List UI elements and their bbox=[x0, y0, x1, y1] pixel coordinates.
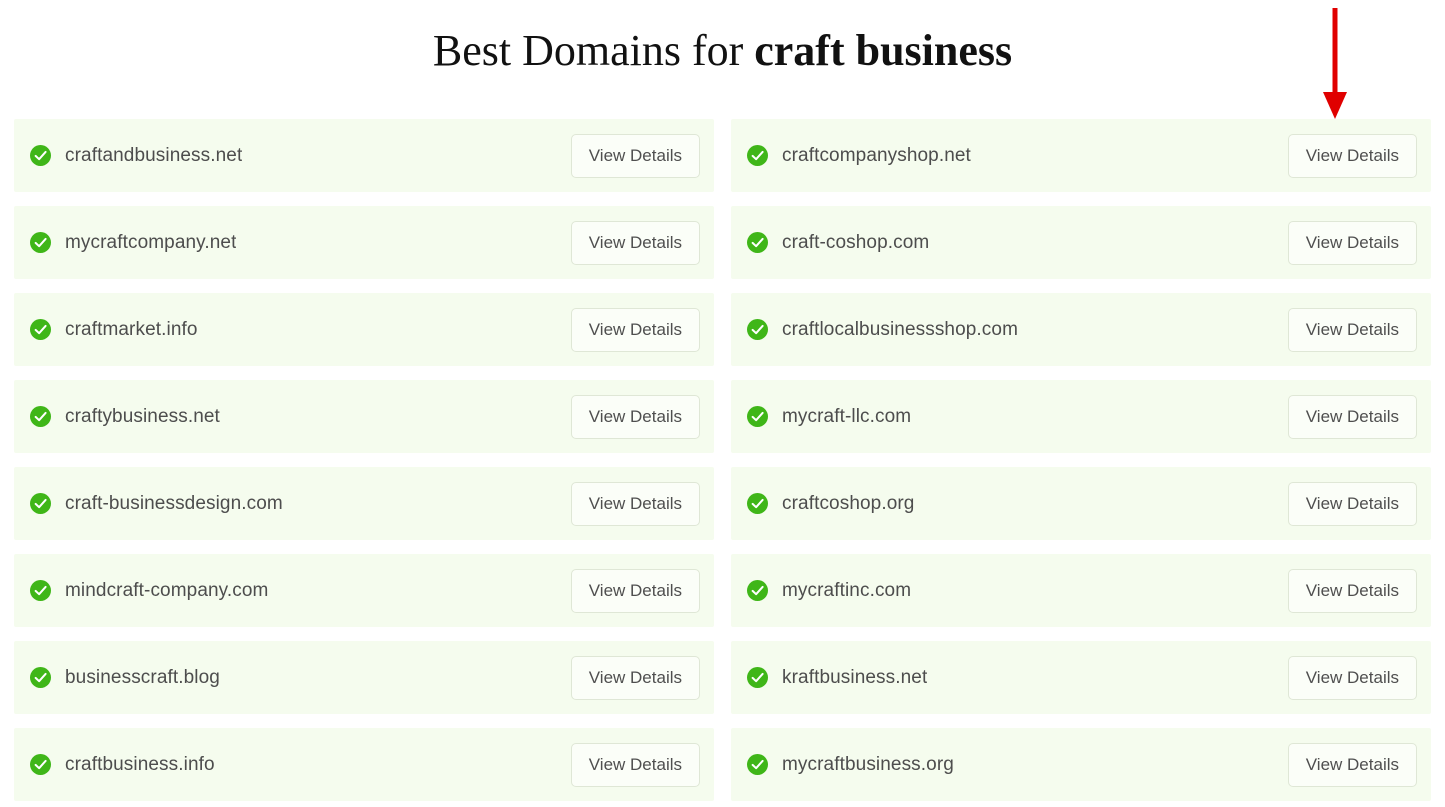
domain-result-row[interactable]: mycraftinc.com View Details bbox=[731, 554, 1431, 627]
view-details-button[interactable]: View Details bbox=[1287, 307, 1417, 352]
domain-name: craftandbusiness.net bbox=[65, 144, 243, 166]
check-circle-icon bbox=[747, 232, 768, 253]
view-details-button[interactable]: View Details bbox=[570, 220, 700, 265]
domain-row-left: kraftbusiness.net bbox=[747, 666, 1288, 690]
domain-name: mindcraft-company.com bbox=[65, 579, 269, 601]
domain-row-left: mindcraft-company.com bbox=[30, 579, 571, 603]
view-details-button[interactable]: View Details bbox=[570, 568, 700, 613]
domain-name: craftybusiness.net bbox=[65, 405, 220, 427]
domain-result-row[interactable]: mycraftcompany.net View Details bbox=[14, 206, 714, 279]
check-circle-icon bbox=[30, 754, 51, 775]
check-circle-icon bbox=[30, 493, 51, 514]
domain-row-left: craftybusiness.net bbox=[30, 405, 571, 429]
domain-row-left: craftmarket.info bbox=[30, 318, 571, 342]
domain-name: mycraftinc.com bbox=[782, 579, 912, 601]
domain-name: craftcompanyshop.net bbox=[782, 144, 971, 166]
domain-name: craftcoshop.org bbox=[782, 492, 915, 514]
view-details-button[interactable]: View Details bbox=[1287, 655, 1417, 700]
domain-name: craftbusiness.info bbox=[65, 753, 215, 775]
check-circle-icon bbox=[747, 145, 768, 166]
domain-result-row[interactable]: mindcraft-company.com View Details bbox=[14, 554, 714, 627]
check-circle-icon bbox=[30, 580, 51, 601]
domain-name: craftmarket.info bbox=[65, 318, 198, 340]
domain-row-left: craftbusiness.info bbox=[30, 753, 571, 777]
domain-result-row[interactable]: mycraft-llc.com View Details bbox=[731, 380, 1431, 453]
domain-row-left: mycraftcompany.net bbox=[30, 231, 571, 255]
check-circle-icon bbox=[747, 493, 768, 514]
domain-results-page: Best Domains for craft business craftand… bbox=[0, 0, 1445, 807]
check-circle-icon bbox=[747, 319, 768, 340]
domain-name: craft-coshop.com bbox=[782, 231, 930, 253]
page-title-prefix: Best Domains for bbox=[432, 26, 755, 75]
domain-result-row[interactable]: craftlocalbusinessshop.com View Details bbox=[731, 293, 1431, 366]
view-details-button[interactable]: View Details bbox=[570, 307, 700, 352]
domain-result-row[interactable]: craftbusiness.info View Details bbox=[14, 728, 714, 801]
domain-row-left: craft-businessdesign.com bbox=[30, 492, 571, 516]
domain-row-left: craftcompanyshop.net bbox=[747, 144, 1288, 168]
view-details-button[interactable]: View Details bbox=[1287, 220, 1417, 265]
domain-row-left: craftlocalbusinessshop.com bbox=[747, 318, 1288, 342]
domain-result-row[interactable]: businesscraft.blog View Details bbox=[14, 641, 714, 714]
view-details-button[interactable]: View Details bbox=[1287, 481, 1417, 526]
check-circle-icon bbox=[30, 406, 51, 427]
domain-result-row[interactable]: craftybusiness.net View Details bbox=[14, 380, 714, 453]
view-details-button[interactable]: View Details bbox=[570, 655, 700, 700]
domain-row-left: craftcoshop.org bbox=[747, 492, 1288, 516]
domain-result-row[interactable]: kraftbusiness.net View Details bbox=[731, 641, 1431, 714]
domain-name: mycraft-llc.com bbox=[782, 405, 912, 427]
page-title-keyword: craft business bbox=[754, 26, 1013, 75]
domain-results-grid: craftandbusiness.net View Details craftc… bbox=[14, 119, 1431, 801]
check-circle-icon bbox=[747, 406, 768, 427]
check-circle-icon bbox=[747, 667, 768, 688]
domain-row-left: mycraftinc.com bbox=[747, 579, 1288, 603]
domain-row-left: businesscraft.blog bbox=[30, 666, 571, 690]
view-details-button[interactable]: View Details bbox=[570, 481, 700, 526]
view-details-button[interactable]: View Details bbox=[1287, 133, 1417, 178]
view-details-button[interactable]: View Details bbox=[1287, 742, 1417, 787]
check-circle-icon bbox=[30, 319, 51, 340]
check-circle-icon bbox=[747, 580, 768, 601]
view-details-button[interactable]: View Details bbox=[1287, 394, 1417, 439]
view-details-button[interactable]: View Details bbox=[570, 742, 700, 787]
check-circle-icon bbox=[30, 232, 51, 253]
domain-name: businesscraft.blog bbox=[65, 666, 220, 688]
domain-result-row[interactable]: mycraftbusiness.org View Details bbox=[731, 728, 1431, 801]
check-circle-icon bbox=[30, 667, 51, 688]
view-details-button[interactable]: View Details bbox=[570, 394, 700, 439]
domain-name: mycraftbusiness.org bbox=[782, 753, 954, 775]
domain-row-left: craft-coshop.com bbox=[747, 231, 1288, 255]
domain-row-left: mycraftbusiness.org bbox=[747, 753, 1288, 777]
domain-name: mycraftcompany.net bbox=[65, 231, 237, 253]
domain-result-row[interactable]: craft-coshop.com View Details bbox=[731, 206, 1431, 279]
check-circle-icon bbox=[30, 145, 51, 166]
domain-result-row[interactable]: craftandbusiness.net View Details bbox=[14, 119, 714, 192]
check-circle-icon bbox=[747, 754, 768, 775]
domain-row-left: mycraft-llc.com bbox=[747, 405, 1288, 429]
domain-result-row[interactable]: craftmarket.info View Details bbox=[14, 293, 714, 366]
domain-name: kraftbusiness.net bbox=[782, 666, 928, 688]
domain-name: craft-businessdesign.com bbox=[65, 492, 283, 514]
domain-name: craftlocalbusinessshop.com bbox=[782, 318, 1018, 340]
view-details-button[interactable]: View Details bbox=[570, 133, 700, 178]
view-details-button[interactable]: View Details bbox=[1287, 568, 1417, 613]
domain-result-row[interactable]: craft-businessdesign.com View Details bbox=[14, 467, 714, 540]
page-title: Best Domains for craft business bbox=[0, 22, 1445, 80]
domain-row-left: craftandbusiness.net bbox=[30, 144, 571, 168]
domain-result-row[interactable]: craftcoshop.org View Details bbox=[731, 467, 1431, 540]
domain-result-row[interactable]: craftcompanyshop.net View Details bbox=[731, 119, 1431, 192]
